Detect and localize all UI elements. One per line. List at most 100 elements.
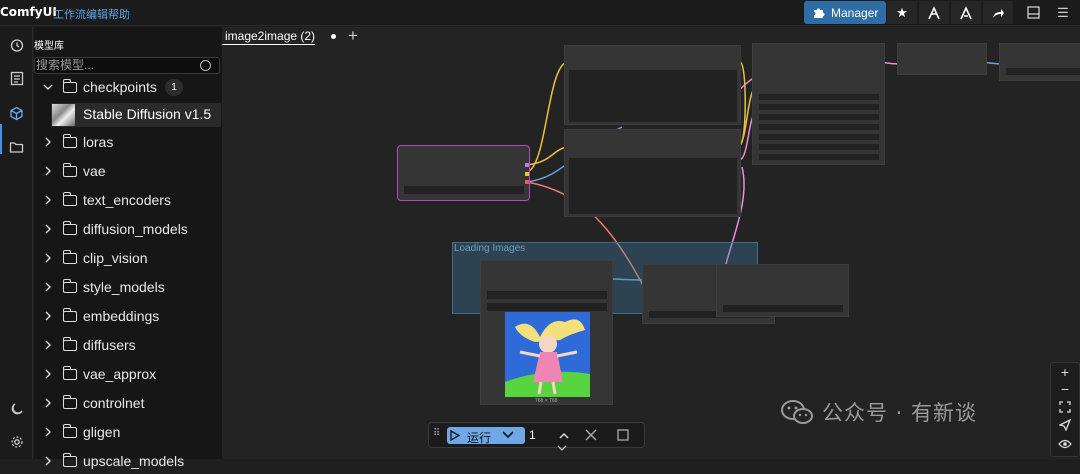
- model-library-panel: 模型库 搜索模型... checkpoints 1 Stable Diffusi…: [34, 27, 222, 469]
- ksampler-node[interactable]: [752, 43, 885, 165]
- settings-gear-icon[interactable]: [8, 433, 25, 450]
- select-mode-icon[interactable]: [1051, 417, 1079, 435]
- stop-icon[interactable]: [617, 429, 629, 441]
- load-checkpoint-node[interactable]: [397, 145, 530, 201]
- folder-label: loras: [83, 134, 114, 150]
- queue-icon[interactable]: [8, 70, 25, 87]
- chevron-right-icon: [45, 340, 51, 350]
- tree-folder-loras[interactable]: loras: [34, 129, 222, 155]
- graph-canvas[interactable]: image2image (2) + Loading Images 768 × 7…: [222, 27, 1080, 459]
- folder-label: checkpoints: [83, 79, 157, 95]
- tree-folder-text-encoders[interactable]: text_encoders: [34, 187, 222, 213]
- workflows-folder-icon[interactable]: [8, 138, 25, 155]
- chevron-down-small-icon[interactable]: [557, 445, 567, 451]
- active-indicator: [0, 124, 2, 154]
- panel-title: 模型库: [34, 41, 64, 52]
- model-output-slot[interactable]: [525, 163, 529, 167]
- checkpoint-item[interactable]: Stable Diffusion v1.5: [51, 103, 221, 127]
- manager-button[interactable]: Manager: [804, 1, 886, 24]
- model-thumbnail: [52, 104, 75, 126]
- folder-icon: [62, 220, 77, 235]
- chevron-down-icon: [43, 84, 53, 90]
- model-search-input[interactable]: 搜索模型...: [34, 57, 220, 74]
- save-image-node[interactable]: [999, 43, 1080, 81]
- share-arrow-icon: [993, 8, 1004, 18]
- watermark-text: 公众号 · 有新谈: [822, 401, 978, 425]
- theme-moon-icon[interactable]: [8, 400, 25, 417]
- tree-folder-clip-vision[interactable]: clip_vision: [34, 245, 222, 271]
- steps-widget[interactable]: [759, 114, 879, 120]
- fit-view-icon[interactable]: [1051, 399, 1079, 417]
- tree-folder-diffusion-models[interactable]: diffusion_models: [34, 216, 222, 242]
- top-menu-bar: ComfyUI 工作流编辑帮助 Manager ★ ☰: [0, 0, 1080, 26]
- model-download-button[interactable]: [919, 1, 949, 24]
- tree-folder-upscale-models[interactable]: upscale_models: [34, 448, 222, 474]
- scale-widget[interactable]: [723, 305, 843, 312]
- chevron-right-icon: [45, 137, 51, 147]
- wechat-watermark: 公众号 · 有新谈: [780, 397, 977, 427]
- prompt-text-area[interactable]: [569, 70, 737, 122]
- seed-widget[interactable]: [759, 94, 879, 100]
- tree-folder-checkpoints[interactable]: checkpoints 1: [34, 74, 222, 100]
- history-icon[interactable]: [8, 37, 25, 54]
- search-placeholder: 搜索模型...: [36, 58, 95, 72]
- folder-icon: [62, 336, 77, 351]
- tree-folder-controlnet[interactable]: controlnet: [34, 390, 222, 416]
- search-icon: [200, 60, 211, 71]
- star-button[interactable]: ★: [887, 1, 917, 24]
- model-manager-button[interactable]: [951, 1, 981, 24]
- negative-prompt-node[interactable]: [564, 129, 741, 217]
- girl-drawing-icon: [505, 312, 590, 397]
- control-widget[interactable]: [759, 104, 879, 110]
- hamburger-menu-button[interactable]: ☰: [1048, 1, 1078, 24]
- manager-label: Manager: [831, 5, 879, 20]
- tree-folder-vae-approx[interactable]: vae_approx: [34, 361, 222, 387]
- folder-label: diffusers: [83, 337, 136, 353]
- main-menu[interactable]: 工作流编辑帮助: [53, 6, 130, 22]
- vae-output-slot[interactable]: [525, 180, 529, 184]
- folder-label: vae_approx: [83, 366, 157, 382]
- folder-icon: [62, 452, 77, 467]
- folder-icon: [62, 365, 77, 380]
- cfg-widget[interactable]: [759, 124, 879, 130]
- chevron-up-icon[interactable]: [559, 432, 569, 439]
- upload-widget[interactable]: [487, 303, 607, 311]
- negative-text-area[interactable]: [569, 158, 737, 214]
- queue-run-button[interactable]: 运行: [447, 427, 525, 445]
- sampler-widget[interactable]: [759, 134, 879, 140]
- zoom-in-icon[interactable]: +: [1051, 363, 1079, 381]
- visibility-eye-icon[interactable]: [1051, 435, 1079, 453]
- folder-icon: [62, 162, 77, 177]
- folder-icon: [62, 394, 77, 409]
- positive-prompt-node[interactable]: [564, 45, 741, 125]
- share-button[interactable]: [983, 1, 1013, 24]
- drag-handle-icon[interactable]: ⠿: [433, 428, 440, 439]
- scheduler-widget[interactable]: [759, 144, 879, 150]
- tree-folder-gligen[interactable]: gligen: [34, 419, 222, 445]
- clip-output-slot[interactable]: [525, 172, 529, 176]
- star-icon: ★: [896, 4, 908, 20]
- image-select-widget[interactable]: [487, 291, 607, 299]
- filename-widget[interactable]: [1006, 68, 1080, 75]
- toggle-panel-button[interactable]: [1018, 1, 1048, 24]
- denoise-widget[interactable]: [759, 154, 879, 160]
- menu-items[interactable]: 工作流编辑帮助: [53, 6, 130, 22]
- cancel-icon[interactable]: [585, 429, 597, 441]
- wechat-icon: [781, 400, 813, 424]
- puzzle-icon: [814, 8, 825, 18]
- tree-folder-vae[interactable]: vae: [34, 158, 222, 184]
- zoom-out-icon[interactable]: −: [1051, 380, 1079, 398]
- tree-folder-diffusers[interactable]: diffusers: [34, 332, 222, 358]
- image-scale-node[interactable]: [716, 264, 849, 317]
- chevron-right-icon: [45, 456, 51, 466]
- ckpt-name-widget[interactable]: [404, 186, 524, 194]
- folder-label: controlnet: [83, 395, 145, 411]
- tree-folder-embeddings[interactable]: embeddings: [34, 303, 222, 329]
- model-library-icon[interactable]: [8, 105, 25, 122]
- batch-count-input[interactable]: 1: [528, 427, 573, 444]
- chevron-down-icon[interactable]: [502, 430, 514, 440]
- batch-count-value: 1: [529, 428, 536, 442]
- folder-icon: [62, 278, 77, 293]
- vae-decode-node[interactable]: [897, 43, 987, 75]
- tree-folder-style-models[interactable]: style_models: [34, 274, 222, 300]
